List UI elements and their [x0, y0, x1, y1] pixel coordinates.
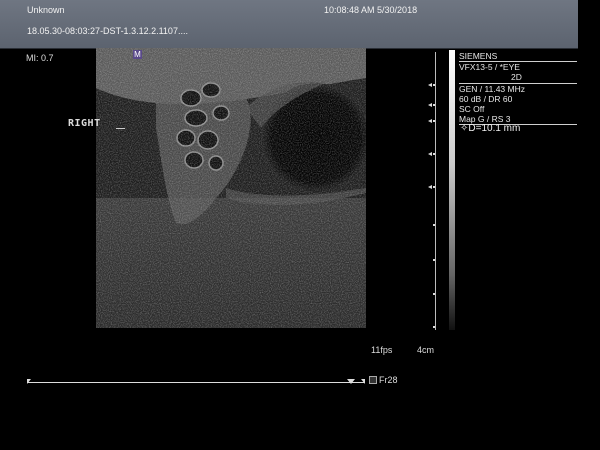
frame-rate: 11fps	[371, 345, 393, 355]
cine-markers	[27, 379, 365, 384]
cine-timeline[interactable]	[27, 379, 365, 385]
mechanical-index: MI: 0.7	[26, 53, 54, 63]
imaging-mode: 2D	[459, 72, 577, 84]
study-id: 18.05.30-08:03:27-DST-1.3.12.2.1107....	[27, 26, 188, 36]
depth-scale	[428, 52, 436, 330]
cine-current-marker	[347, 379, 355, 384]
sc-setting: SC Off	[459, 104, 485, 115]
probe-preset: VFX13-5 / *EYE	[459, 62, 520, 73]
ultrasound-scan	[96, 48, 366, 328]
cine-end-marker	[361, 379, 365, 384]
ultrasound-image[interactable]	[96, 48, 366, 328]
patient-name: Unknown	[27, 5, 65, 15]
parameter-panel: SIEMENS VFX13-5 / *EYE 2D GEN / 11.43 MH…	[459, 51, 577, 127]
vendor-label: SIEMENS	[459, 51, 577, 63]
probe-orientation-marker: M	[133, 50, 142, 59]
status-header: Unknown 10:08:48 AM 5/30/2018 18.05.30-0…	[0, 0, 578, 49]
distance-measurement: ✧D=10.1 mm	[460, 123, 521, 134]
grayscale-bar	[449, 50, 455, 330]
frame-icon	[369, 376, 377, 384]
frame-number: Fr28	[379, 375, 398, 385]
side-label: RIGHT	[68, 118, 125, 129]
depth-value: 4cm	[417, 345, 435, 355]
gain-dynamic-range: 60 dB / DR 60	[459, 93, 513, 104]
frequency: GEN / 11.43 MHz	[459, 83, 525, 94]
cine-start-marker	[27, 379, 31, 384]
exam-datetime: 10:08:48 AM 5/30/2018	[324, 5, 418, 15]
